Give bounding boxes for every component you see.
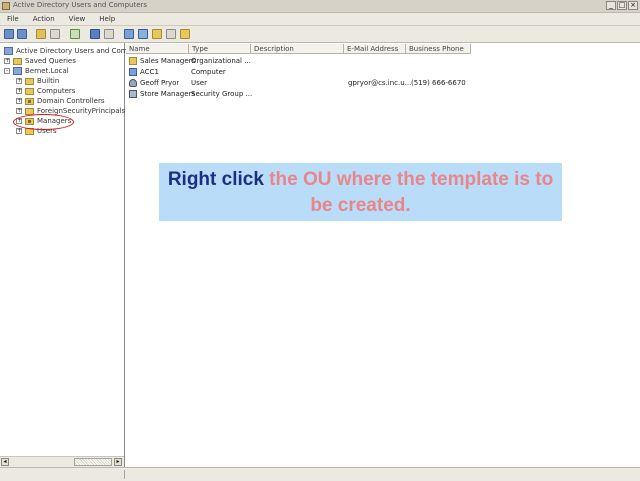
export-list-icon[interactable] (70, 29, 80, 39)
list-item[interactable]: Sales Managers Organizational ... (126, 56, 640, 66)
expand-icon[interactable]: + (16, 78, 22, 84)
tree-label: Computers (37, 87, 76, 95)
menu-action[interactable]: Action (26, 15, 62, 23)
item-name: Store Managers (140, 90, 196, 98)
column-type[interactable]: Type (189, 44, 251, 54)
ad-root-icon (4, 47, 13, 55)
status-divider (124, 470, 125, 479)
find-icon[interactable] (180, 29, 190, 39)
column-name[interactable]: Name (126, 44, 189, 54)
menu-view[interactable]: View (62, 15, 93, 23)
tree-saved-queries[interactable]: + Saved Queries (4, 56, 76, 66)
collapse-icon[interactable]: - (4, 68, 10, 74)
folder-icon (13, 57, 22, 65)
menu-help[interactable]: Help (92, 15, 122, 23)
user-icon (129, 79, 137, 87)
folder-icon (25, 77, 34, 85)
column-description[interactable]: Description (251, 44, 344, 54)
status-bar (0, 467, 640, 481)
ou-folder-icon (25, 117, 34, 125)
tree-managers[interactable]: + Managers (16, 116, 71, 126)
up-folder-icon[interactable] (36, 29, 46, 39)
expand-icon[interactable]: + (4, 58, 10, 64)
expand-icon[interactable]: + (16, 98, 22, 104)
callout-target: the OU where the template is to be creat… (269, 169, 554, 216)
tree-root[interactable]: Active Directory Users and Compu (4, 46, 136, 56)
tree-label: Managers (37, 117, 72, 125)
item-type: Computer (191, 68, 226, 76)
scroll-left-icon[interactable]: ◂ (1, 458, 9, 466)
tree-users[interactable]: + Users (16, 126, 57, 136)
show-hide-tree-icon[interactable] (50, 29, 60, 39)
list-item[interactable]: Geoff Pryor User gpryor@cs.inc.u... (519… (126, 78, 640, 88)
list-item[interactable]: ACC1 Computer (126, 67, 640, 77)
tree-label: Domain Controllers (37, 97, 105, 105)
tree-domain[interactable]: - Bernet.Local (4, 66, 69, 76)
tree-computers[interactable]: + Computers (16, 86, 75, 96)
callout-action: Right click (167, 169, 264, 190)
minimize-button[interactable]: _ (606, 1, 616, 10)
folder-icon (25, 107, 34, 115)
menu-file[interactable]: File (0, 15, 26, 23)
domain-icon (13, 67, 22, 75)
column-email[interactable]: E-Mail Address (344, 44, 406, 54)
computer-icon (129, 68, 137, 76)
back-icon[interactable] (4, 29, 14, 39)
item-name: Geoff Pryor (140, 79, 180, 87)
window-controls: _ □ × (606, 1, 638, 10)
scroll-thumb[interactable] (74, 458, 112, 466)
list-header: Name Type Description E-Mail Address Bus… (126, 44, 640, 54)
item-type: Security Group ... (191, 90, 253, 98)
close-button[interactable]: × (628, 1, 638, 10)
item-phone: (519) 666-6670 (411, 79, 466, 87)
tree-label: ForeignSecurityPrincipals (37, 107, 126, 115)
list-pane: Name Type Description E-Mail Address Bus… (126, 43, 640, 467)
item-type: User (191, 79, 207, 87)
tree-domain-controllers[interactable]: + Domain Controllers (16, 96, 104, 106)
forward-icon[interactable] (17, 29, 27, 39)
expand-icon[interactable]: + (16, 108, 22, 114)
help-icon[interactable] (104, 29, 114, 39)
maximize-button[interactable]: □ (617, 1, 627, 10)
ou-folder-icon (25, 97, 34, 105)
new-user-icon[interactable] (124, 29, 134, 39)
folder-icon (25, 127, 34, 135)
toolbar (0, 26, 640, 43)
expand-icon[interactable]: + (16, 118, 22, 124)
tree-root-label: Active Directory Users and Compu (16, 47, 137, 55)
tree-label: Users (37, 127, 57, 135)
tree-label: Builtin (37, 77, 60, 85)
item-name: Sales Managers (140, 57, 196, 65)
tree-builtin[interactable]: + Builtin (16, 76, 59, 86)
tree-label: Saved Queries (25, 57, 76, 65)
column-business-phone[interactable]: Business Phone (406, 44, 471, 54)
new-ou-icon[interactable] (152, 29, 162, 39)
group-icon (129, 90, 137, 98)
folder-icon (25, 87, 34, 95)
new-group-icon[interactable] (138, 29, 148, 39)
title-bar: Active Directory Users and Computers _ □… (0, 0, 640, 13)
filter-icon[interactable] (166, 29, 176, 39)
ou-icon (129, 57, 137, 65)
item-type: Organizational ... (191, 57, 251, 65)
item-email: gpryor@cs.inc.u... (348, 79, 412, 87)
expand-icon[interactable]: + (16, 88, 22, 94)
tree-pane: Active Directory Users and Compu + Saved… (0, 43, 136, 467)
tree-label: Bernet.Local (25, 67, 69, 75)
app-icon (2, 2, 10, 10)
tree-foreign-security-principals[interactable]: + ForeignSecurityPrincipals (16, 106, 125, 116)
scroll-right-icon[interactable]: ▸ (114, 458, 122, 466)
menu-bar: File Action View Help (0, 13, 640, 26)
properties-icon[interactable] (90, 29, 100, 39)
window-title: Active Directory Users and Computers (13, 1, 148, 9)
instruction-callout: Right click the OU where the template is… (159, 163, 562, 221)
expand-icon[interactable]: + (16, 128, 22, 134)
list-item[interactable]: Store Managers Security Group ... (126, 89, 640, 99)
item-name: ACC1 (140, 68, 159, 76)
tree-horizontal-scrollbar[interactable]: ◂ ▸ (0, 456, 124, 467)
